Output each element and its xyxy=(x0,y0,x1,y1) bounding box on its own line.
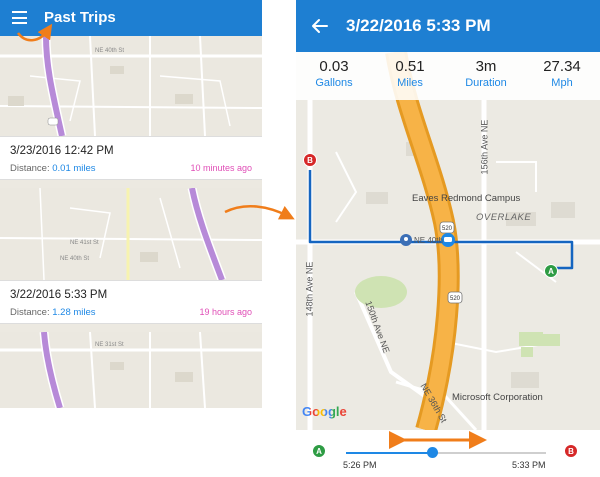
timeline-end-time: 5:33 PM xyxy=(512,460,546,470)
menu-icon[interactable] xyxy=(12,11,27,24)
map-area-label: OVERLAKE xyxy=(476,212,532,223)
map-poi: Microsoft Corporation xyxy=(452,392,543,403)
trip-map-thumbnail[interactable]: NE 41st St NE 40th St xyxy=(0,188,262,280)
map-street-label: 148th Ave NE xyxy=(304,261,315,317)
stat-speed: 27.34 Mph xyxy=(543,58,581,89)
timeline-start-marker: A xyxy=(312,444,326,458)
app-bar: Past Trips xyxy=(0,0,262,36)
trip-timeline: A 5:26 PM 5:33 PM B xyxy=(296,430,600,477)
timeline-start-time: 5:26 PM xyxy=(343,460,377,470)
trip-map-thumbnail[interactable]: NE 40th St xyxy=(0,36,262,136)
map-street-label: 156th Ave NE xyxy=(479,119,490,175)
trip-detail-screen: 3/22/2016 5:33 PM 520 520 148th Ave NE 1… xyxy=(296,0,600,477)
map-street-label: NE 31st St xyxy=(95,342,124,348)
past-trips-screen: Past Trips NE 40th St 3/23/2016 12:42 PM… xyxy=(0,0,262,408)
back-arrow-icon[interactable] xyxy=(310,16,330,36)
stat-duration: 3m Duration xyxy=(465,58,507,89)
stat-gallons: 0.03 Gallons xyxy=(315,58,353,89)
google-attribution: Google xyxy=(302,404,347,419)
page-title: 3/22/2016 5:33 PM xyxy=(346,16,491,35)
trip-date: 3/23/2016 12:42 PM xyxy=(10,145,114,157)
app-bar: 3/22/2016 5:33 PM xyxy=(296,0,600,52)
route-shield: 520 xyxy=(442,226,453,232)
trip-map-thumbnail[interactable]: NE 31st St xyxy=(0,332,262,408)
trip-end-marker[interactable]: B xyxy=(303,153,317,167)
map-street-label: NE 41st St xyxy=(70,240,99,246)
timeline-progress xyxy=(346,452,432,454)
trip-card[interactable]: 3/23/2016 12:42 PM Distance: 0.01 miles … xyxy=(0,136,262,180)
page-title: Past Trips xyxy=(44,9,116,26)
map-poi: Eaves Redmond Campus xyxy=(412,193,521,204)
route-shield: 520 xyxy=(450,296,461,302)
map-street-label: NE 40th St xyxy=(95,48,124,54)
trip-time-ago: 10 minutes ago xyxy=(190,163,252,173)
trip-route-map[interactable]: 520 520 148th Ave NE 156th Ave NE 150th … xyxy=(296,52,600,430)
trip-card[interactable]: 3/22/2016 5:33 PM Distance: 1.28 miles 1… xyxy=(0,280,262,324)
timeline-slider-thumb[interactable] xyxy=(426,447,438,458)
trip-distance: Distance: 0.01 miles xyxy=(10,163,96,174)
map-street-label: NE 40th xyxy=(414,236,443,245)
timeline-end-marker: B xyxy=(564,444,578,458)
trip-date: 3/22/2016 5:33 PM xyxy=(10,289,108,301)
trip-stats-bar: 0.03 Gallons 0.51 Miles 3m Duration 27.3… xyxy=(296,52,600,100)
trip-start-marker[interactable]: A xyxy=(544,264,558,278)
trip-time-ago: 19 hours ago xyxy=(199,307,252,317)
map-street-label: NE 40th St xyxy=(60,256,89,262)
stat-miles: 0.51 Miles xyxy=(395,58,425,89)
composite-screenshot: Past Trips NE 40th St 3/23/2016 12:42 PM… xyxy=(0,0,600,477)
trip-distance: Distance: 1.28 miles xyxy=(10,307,96,318)
